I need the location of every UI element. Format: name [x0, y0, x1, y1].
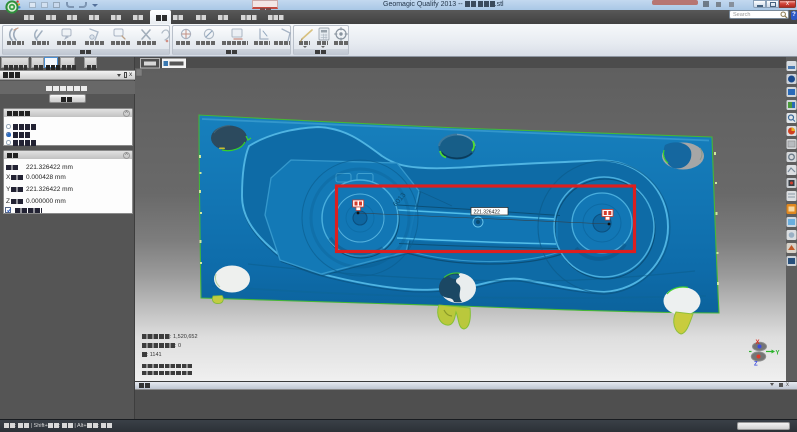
svg-text:Y: Y — [776, 351, 780, 357]
svg-text:X: X — [756, 340, 760, 346]
svg-text:Z: Z — [754, 362, 758, 368]
svg-text:221.326422: 221.326422 — [474, 209, 501, 215]
